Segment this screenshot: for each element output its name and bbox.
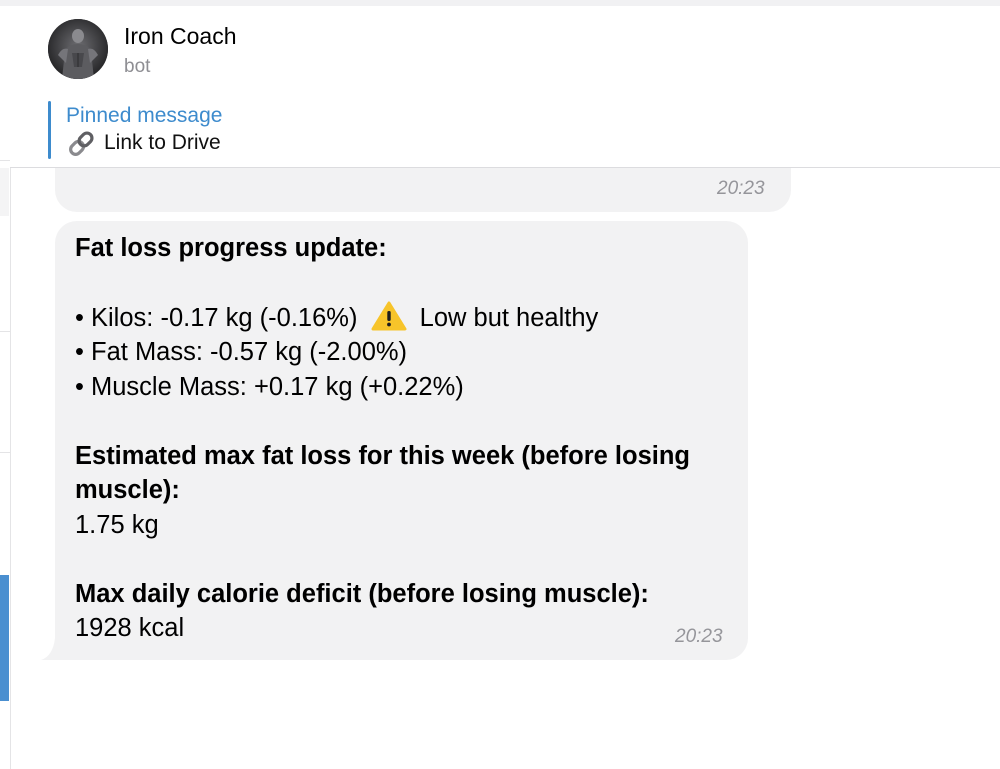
pinned-indicator: [48, 101, 51, 159]
message-heading: Fat loss progress update:: [75, 234, 387, 262]
pinned-content: Link to Drive: [66, 130, 221, 156]
pinned-text: Link to Drive: [104, 131, 221, 154]
chat-title: Iron Coach: [124, 23, 237, 49]
message-bubble-previous[interactable]: 20:23: [55, 168, 791, 212]
message-time: 20:23: [675, 626, 723, 647]
warning-icon: [371, 301, 407, 331]
section-estimated-title: Estimated max fat loss for this week (be…: [75, 442, 690, 470]
link-icon: [66, 130, 98, 156]
bullet-fat-mass: • Fat Mass: -0.57 kg (-2.00%): [75, 338, 408, 366]
chat-status: bot: [124, 56, 151, 77]
bodybuilder-avatar-icon: [48, 19, 108, 79]
divider: [0, 160, 10, 161]
chat-list-item-partial[interactable]: [0, 168, 9, 216]
avatar[interactable]: [48, 19, 108, 79]
bullet-text: • Kilos: -0.17 kg (-0.16%): [75, 304, 358, 332]
divider: [0, 452, 10, 453]
section-estimated-value: 1.75 kg: [75, 511, 159, 539]
bullet-note: Low but healthy: [419, 304, 599, 332]
section-deficit-value: 1928 kcal: [75, 614, 185, 642]
chat-header[interactable]: Iron Coach bot: [10, 6, 1000, 93]
section-estimated-title-cont: muscle):: [75, 476, 180, 504]
divider: [0, 331, 10, 332]
section-deficit-title: Max daily calorie deficit (before losing…: [75, 580, 649, 608]
chat-list-item-selected[interactable]: [0, 575, 9, 701]
message-bubble[interactable]: Fat loss progress update: • Kilos: -0.17…: [55, 221, 748, 660]
bullet-muscle-mass: • Muscle Mass: +0.17 kg (+0.22%): [75, 373, 464, 401]
message-time: 20:23: [717, 178, 765, 199]
pinned-title: Pinned message: [66, 104, 223, 127]
pinned-message-bar[interactable]: Pinned message Link to Drive: [10, 92, 1000, 168]
bullet-kilos: • Kilos: -0.17 kg (-0.16%) Low but healt…: [75, 301, 598, 336]
